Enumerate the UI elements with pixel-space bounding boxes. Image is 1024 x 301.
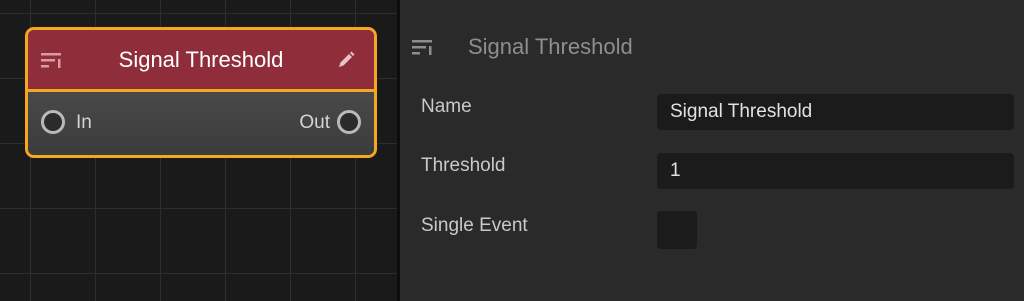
- input-port[interactable]: [41, 110, 65, 134]
- node-graph-canvas[interactable]: Signal Threshold In Out: [0, 0, 397, 301]
- pencil-icon[interactable]: [336, 50, 356, 70]
- input-port-label: In: [76, 112, 92, 133]
- name-field[interactable]: [657, 94, 1014, 130]
- signal-threshold-node[interactable]: Signal Threshold In Out: [25, 27, 377, 158]
- name-label: Name: [421, 96, 472, 117]
- single-event-label: Single Event: [421, 215, 528, 236]
- single-event-checkbox[interactable]: [657, 211, 697, 249]
- threshold-field[interactable]: [657, 153, 1014, 189]
- list-icon: [412, 40, 432, 55]
- output-port[interactable]: [337, 110, 361, 134]
- threshold-label: Threshold: [421, 155, 506, 176]
- output-port-label: Out: [299, 112, 330, 133]
- node-header[interactable]: Signal Threshold: [28, 30, 374, 92]
- node-title: Signal Threshold: [118, 47, 284, 72]
- node-body: In Out: [28, 92, 374, 155]
- inspector-title: Signal Threshold: [468, 34, 633, 59]
- inspector-panel: Signal Threshold Name Threshold Single E…: [400, 0, 1024, 301]
